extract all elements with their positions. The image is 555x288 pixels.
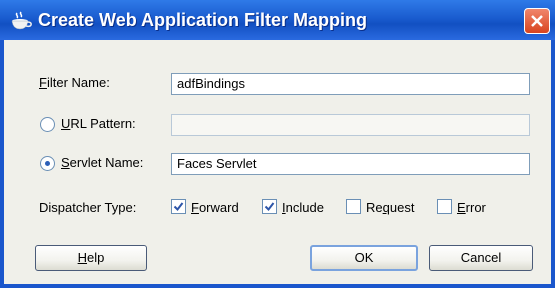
close-icon — [531, 15, 543, 27]
window-frame-right — [551, 40, 555, 288]
error-label: Error — [457, 200, 486, 215]
close-button[interactable] — [524, 8, 550, 34]
checkmark-icon — [173, 202, 184, 212]
servlet-name-value: Faces Servlet — [177, 156, 257, 171]
filter-name-field[interactable]: adfBindings — [171, 73, 530, 95]
help-button[interactable]: Help — [35, 245, 147, 271]
include-checkbox[interactable] — [262, 199, 277, 214]
url-pattern-radio[interactable] — [40, 117, 55, 132]
cancel-button[interactable]: Cancel — [429, 245, 533, 271]
include-label: Include — [282, 200, 324, 215]
forward-checkbox[interactable] — [171, 199, 186, 214]
request-checkbox[interactable] — [346, 199, 361, 214]
dispatcher-type-label: Dispatcher Type: — [39, 200, 137, 215]
url-pattern-field[interactable] — [171, 114, 530, 136]
dialog-title: Create Web Application Filter Mapping — [38, 10, 368, 30]
servlet-name-label: Servlet Name: — [61, 155, 144, 170]
checkmark-icon — [264, 202, 275, 212]
ok-button[interactable]: OK — [310, 245, 418, 271]
servlet-name-radio[interactable] — [40, 156, 55, 171]
window-frame-bottom — [0, 284, 555, 288]
dialog-content: Filter Name: adfBindings URL Pattern: Se… — [4, 40, 551, 284]
url-pattern-label: URL Pattern: — [61, 116, 136, 131]
error-checkbox[interactable] — [437, 199, 452, 214]
servlet-name-field[interactable]: Faces Servlet — [171, 153, 530, 175]
forward-label: Forward — [191, 200, 239, 215]
request-label: Request — [366, 200, 415, 215]
filter-name-label: Filter Name: — [39, 75, 110, 90]
filter-name-value: adfBindings — [177, 76, 245, 91]
coffee-cup-icon — [11, 11, 32, 30]
radio-selected-dot — [45, 161, 50, 166]
title-bar[interactable]: Create Web Application Filter Mapping — [0, 0, 555, 40]
